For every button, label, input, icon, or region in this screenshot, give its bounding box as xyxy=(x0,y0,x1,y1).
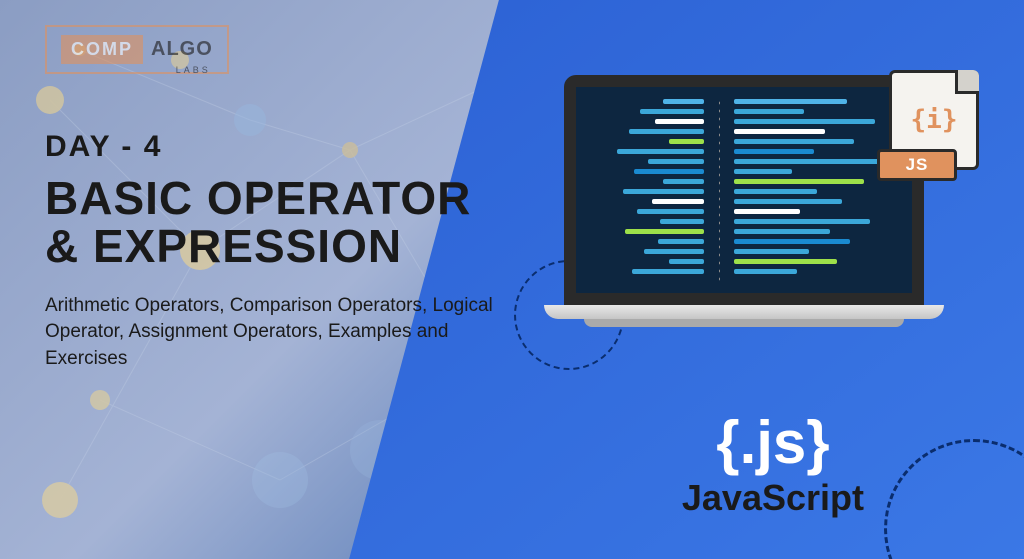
laptop-base xyxy=(544,305,944,319)
topics-description: Arithmetic Operators, Comparison Operato… xyxy=(45,293,505,373)
code-column-left xyxy=(588,99,704,281)
text-content: DAY - 4 BASIC OPERATOR & EXPRESSION Arit… xyxy=(45,130,505,372)
logo-sub-labs: LABS xyxy=(176,65,211,75)
logo-part-comp: COMP xyxy=(61,35,143,64)
js-badge: JS xyxy=(877,149,957,181)
brand-logo: COMP ALGO LABS xyxy=(45,25,229,74)
js-brace-text: {.js} xyxy=(682,413,864,473)
laptop-illustration xyxy=(544,75,944,319)
js-name-text: JavaScript xyxy=(682,477,864,519)
main-title: BASIC OPERATOR & EXPRESSION xyxy=(45,174,505,271)
day-label: DAY - 4 xyxy=(45,130,505,164)
javascript-logo: {.js} JavaScript xyxy=(682,413,864,519)
logo-part-algo: ALGO xyxy=(151,38,213,61)
laptop-screen xyxy=(564,75,924,305)
code-divider xyxy=(718,99,720,281)
file-fold-corner xyxy=(955,70,979,94)
course-banner: COMP ALGO LABS DAY - 4 BASIC OPERATOR & … xyxy=(0,0,1024,559)
file-code-braces: {i} xyxy=(911,105,958,135)
code-column-right xyxy=(734,99,900,281)
js-file-icon: {i} JS xyxy=(889,70,979,185)
